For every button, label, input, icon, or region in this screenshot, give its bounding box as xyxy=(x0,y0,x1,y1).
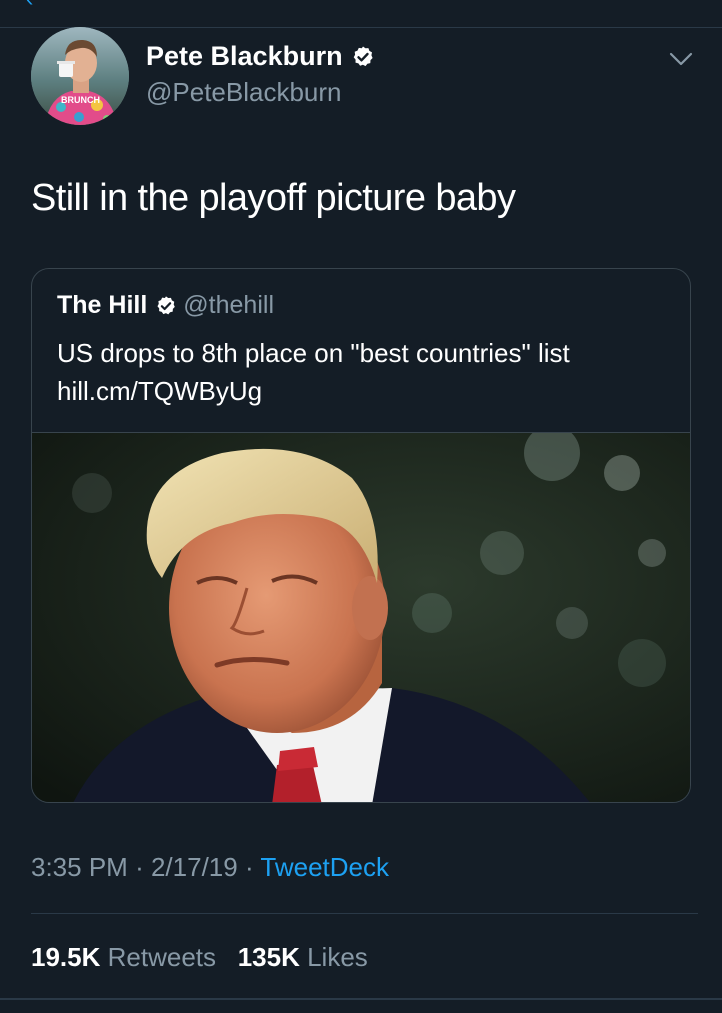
tweet-time: 3:35 PM xyxy=(31,852,128,882)
quoted-tweet-header: The Hill @thehill xyxy=(57,289,274,329)
engagement-stats: 19.5K Retweets 135K Likes xyxy=(31,940,368,974)
retweets-label: Retweets xyxy=(107,942,217,972)
tweet-source-link[interactable]: TweetDeck xyxy=(260,852,389,882)
quoted-tweet-card[interactable]: The Hill @thehill US drops to 8th place … xyxy=(31,268,691,803)
verified-badge-icon xyxy=(351,44,375,76)
retweets-count: 19.5K xyxy=(31,942,101,972)
divider xyxy=(0,998,722,1000)
back-arrow-icon[interactable]: ‹ xyxy=(26,0,33,10)
quoted-tweet-text: US drops to 8th place on "best countries… xyxy=(57,338,570,368)
tweet-text: Still in the playoff picture baby xyxy=(31,177,516,219)
author-handle[interactable]: @PeteBlackburn xyxy=(146,76,342,108)
portrait-photo xyxy=(32,433,690,802)
tweet-metadata: 3:35 PM · 2/17/19 · TweetDeck xyxy=(31,850,389,884)
quoted-author-handle: @thehill xyxy=(183,291,274,319)
chevron-down-icon[interactable] xyxy=(667,48,695,70)
likes-stat[interactable]: 135K Likes xyxy=(238,942,368,972)
author-name-text: Pete Blackburn xyxy=(146,41,343,71)
divider xyxy=(31,913,698,914)
meta-separator: · xyxy=(135,852,144,882)
likes-count: 135K xyxy=(237,942,300,972)
top-nav-bar: ‹ xyxy=(0,0,722,28)
tweet-date: 2/17/19 xyxy=(150,852,238,882)
quoted-tweet-image[interactable] xyxy=(32,432,690,802)
quoted-author-name: The Hill xyxy=(57,291,148,319)
author-avatar[interactable]: BRUNCH xyxy=(31,27,129,125)
meta-separator: · xyxy=(244,852,254,882)
verified-badge-icon xyxy=(155,295,177,329)
avatar-photo: BRUNCH xyxy=(31,27,129,125)
retweets-stat[interactable]: 19.5K Retweets xyxy=(31,942,216,972)
quoted-tweet-link[interactable]: hill.cm/TQWByUg xyxy=(57,373,262,409)
likes-label: Likes xyxy=(307,942,368,972)
author-display-name[interactable]: Pete Blackburn xyxy=(146,40,375,76)
avatar-shirt-text: BRUNCH xyxy=(61,95,100,105)
